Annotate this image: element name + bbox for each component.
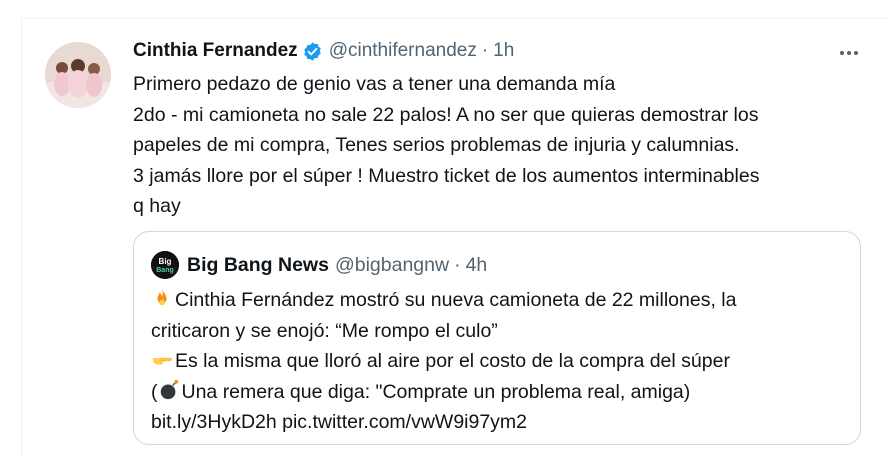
quoted-text-content: Una remera que diga: "Comprate un proble… [181,380,691,403]
quoted-text-line: Es la misma que lloró al aire por el cos… [151,346,851,377]
more-dot [840,51,844,55]
quoted-text-line: criticaron y se enojó: “Me rompo el culo… [151,319,498,342]
tweet-time[interactable]: 1h [493,40,514,62]
more-dot [854,51,858,55]
tweet-header: Cinthia Fernandez @cinthifernandez · 1h [133,36,863,66]
quoted-tweet-time[interactable]: 4h [466,254,488,277]
tweet-text-line: papeles de mi compra, Tenes serios probl… [133,134,740,156]
tweet-text-line: q hay [133,195,181,217]
author-name[interactable]: Cinthia Fernandez [133,40,298,62]
quoted-author-handle[interactable]: @bigbangnw [335,254,449,277]
quoted-text-line: Cinthia Fernández mostró su nueva camion… [151,285,851,316]
separator-dot: · [481,40,489,61]
fire-emoji-icon [151,287,173,309]
tweet-body: Cinthia Fernandez @cinthifernandez · 1h … [133,36,863,222]
tweet-text-line: Primero pedazo de genio vas a tener una … [133,73,616,95]
quoted-text-content: Es la misma que lloró al aire por el cos… [175,350,730,372]
tweet-text-line: 2do - mi camioneta no sale 22 palos! A n… [133,103,759,126]
author-handle[interactable]: @cinthifernandez [329,40,477,62]
quoted-text-line: ( Una remera que diga: "Comprate un prob… [151,377,851,408]
quoted-author-name[interactable]: Big Bang News [187,254,329,277]
tweet-text: Primero pedazo de genio vas a tener una … [133,69,863,222]
more-dot [847,51,851,55]
separator-dot: · [454,253,461,276]
verified-badge-icon[interactable] [302,41,323,62]
svg-text:Bang: Bang [156,267,174,274]
author-avatar[interactable] [45,42,111,108]
bomb-emoji-icon [158,379,180,401]
quoted-text-content: Cinthia Fernández mostró su nueva camion… [175,289,737,311]
quoted-tweet-text: Cinthia Fernández mostró su nueva camion… [151,285,851,438]
tweet-text-line: 3 jamás llore por el súper ! Muestro tic… [133,164,760,187]
quoted-author-avatar[interactable]: Big Bang [151,251,179,279]
more-options-icon[interactable] [835,42,863,64]
svg-text:Big: Big [159,257,172,266]
pointing-hand-emoji-icon [151,348,173,370]
quoted-text-links[interactable]: bit.ly/3HykD2h pic.twitter.com/vwW9i97ym… [151,407,851,438]
quoted-tweet[interactable]: Big Bang Big Bang News @bigbangnw · 4h C… [133,231,861,445]
quoted-tweet-header: Big Bang Big Bang News @bigbangnw · 4h [151,251,487,279]
